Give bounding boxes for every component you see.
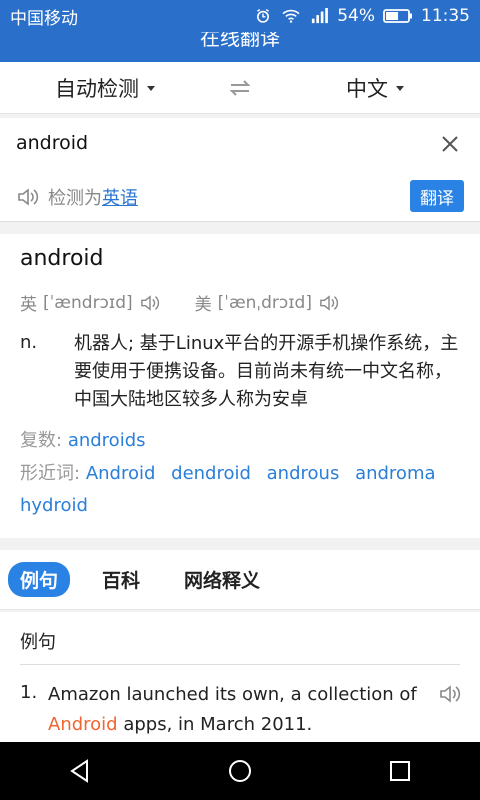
result-card: android 英 [ˈændrɔɪd] 美 [ˈænˌdrɔɪd] n. 机器… <box>0 234 480 538</box>
detected-language-link[interactable]: 英语 <box>102 184 138 210</box>
carrier-name: 中国移动 <box>10 8 78 29</box>
near-label: 形近词: <box>20 463 81 484</box>
us-label: 美 <box>194 295 212 315</box>
source-language-label: 自动检测 <box>55 76 139 101</box>
divider <box>20 664 460 665</box>
similar-word-link[interactable]: Android <box>86 463 156 484</box>
similar-word-link[interactable]: androma <box>355 463 435 484</box>
translate-button[interactable]: 翻译 <box>410 180 464 212</box>
similar-words: 形近词: Android dendroid androus androma hy… <box>20 458 470 522</box>
part-of-speech: n. <box>20 332 38 353</box>
us-phonetic: [ˈænˌdrɔɪd] <box>217 292 312 313</box>
signal-icon <box>312 8 329 24</box>
similar-word-link[interactable]: dendroid <box>171 463 251 484</box>
clear-icon[interactable] <box>440 134 460 154</box>
section-tabs: 例句 百科 网络释义 <box>0 550 480 610</box>
status-bar: 中国移动 54% 11:35 <box>0 0 480 32</box>
result-word: android <box>20 246 104 271</box>
target-language-label: 中文 <box>346 76 388 101</box>
example-highlight: Android <box>48 714 118 735</box>
speaker-icon[interactable] <box>139 294 161 312</box>
detected-language: 检测为 英语 <box>16 184 138 210</box>
source-text-input[interactable]: android <box>16 132 88 154</box>
example-number: 1. <box>20 682 38 703</box>
examples-section: 例句 1. Amazon launched its own, a collect… <box>0 612 480 742</box>
language-selector: 自动检测 中文 <box>0 62 480 114</box>
uk-label: 英 <box>20 295 37 315</box>
definition: 机器人; 基于Linux平台的开源手机操作系统，主要使用于便携设备。目前尚未有统… <box>74 333 459 410</box>
app-title: 在线翻译 <box>200 32 280 50</box>
swap-languages-button[interactable] <box>210 79 270 97</box>
wifi-icon <box>282 9 300 23</box>
example-sentence: Amazon launched its own, a collection of… <box>48 680 428 740</box>
tab-encyclopedia[interactable]: 百科 <box>90 562 152 597</box>
chevron-down-icon <box>147 86 155 91</box>
alarm-icon <box>257 9 270 23</box>
navigation-bar <box>0 742 480 800</box>
plural-form: 复数: androids <box>20 426 146 452</box>
tab-examples[interactable]: 例句 <box>8 562 71 597</box>
example-text: apps, in March 2011. <box>117 714 313 735</box>
input-card: android 检测为 英语 翻译 <box>0 118 480 222</box>
plural-label: 复数: <box>20 430 63 451</box>
speaker-icon[interactable] <box>16 187 40 207</box>
battery-percent: 54% <box>337 6 375 26</box>
target-language-dropdown[interactable]: 中文 <box>270 73 480 103</box>
swap-icon <box>229 79 251 96</box>
uk-phonetic: [ˈændrɔɪd] <box>43 292 133 313</box>
phonetics: 英 [ˈændrɔɪd] 美 [ˈænˌdrɔɪd] <box>20 290 340 315</box>
plural-link[interactable]: androids <box>68 430 146 451</box>
home-icon[interactable] <box>227 758 253 784</box>
speaker-icon[interactable] <box>318 294 340 312</box>
example-text: Amazon launched its own, a collection of <box>48 684 417 705</box>
similar-word-link[interactable]: androus <box>267 463 340 484</box>
app-bar: 在线翻译 <box>0 32 480 62</box>
source-language-dropdown[interactable]: 自动检测 <box>0 73 210 103</box>
detect-prefix: 检测为 <box>48 188 102 209</box>
tab-web-definitions[interactable]: 网络释义 <box>172 562 272 597</box>
recent-apps-icon[interactable] <box>387 758 413 784</box>
examples-title: 例句 <box>20 632 56 653</box>
speaker-icon[interactable] <box>438 684 462 704</box>
back-icon[interactable] <box>67 758 93 784</box>
chevron-down-icon <box>396 86 404 91</box>
battery-icon <box>383 9 412 23</box>
similar-word-link[interactable]: hydroid <box>20 495 88 516</box>
clock: 11:35 <box>421 6 470 26</box>
